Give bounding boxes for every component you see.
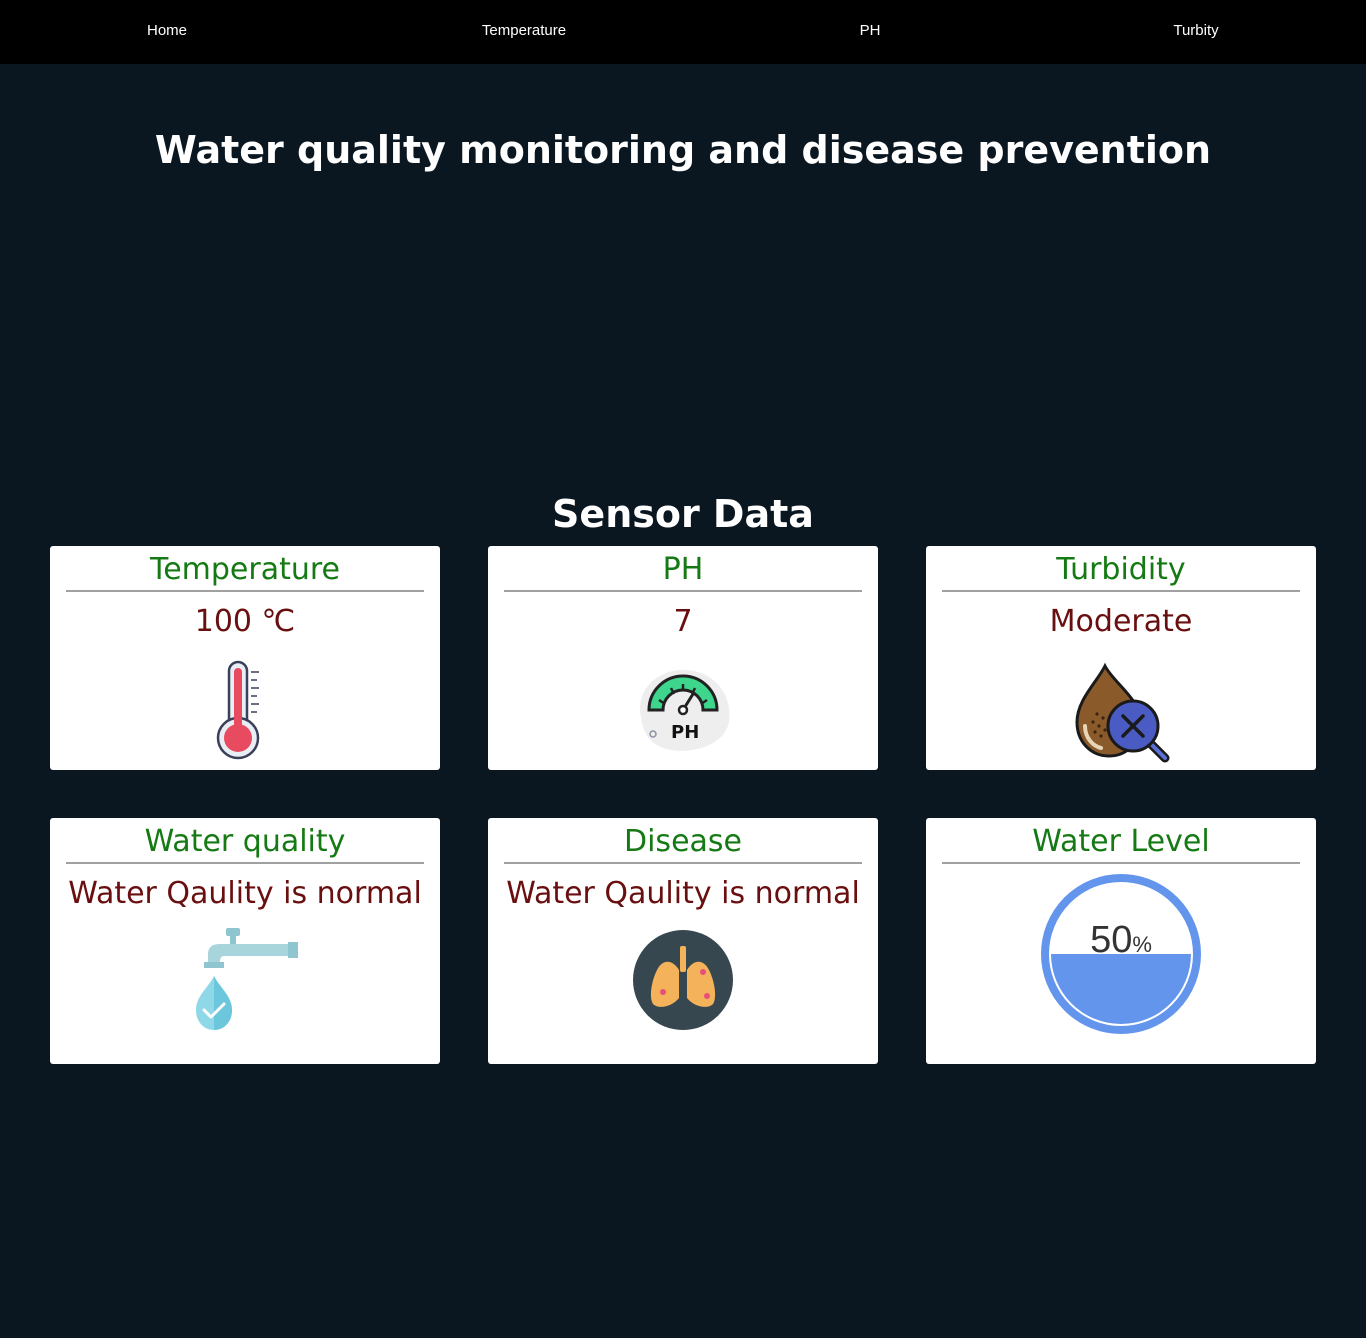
nav-home-link[interactable]: Home: [147, 22, 187, 39]
lungs-icon: [504, 930, 862, 1034]
section-title: Sensor Data: [552, 492, 814, 536]
water-level-card-title: Water Level: [942, 822, 1300, 864]
gauge-fill: [1051, 954, 1191, 1024]
top-nav: Home Temperature PH Turbity: [0, 0, 1366, 64]
temperature-card-title: Temperature: [66, 550, 424, 592]
thermometer-icon: [66, 658, 424, 766]
temperature-value: 100 ℃: [66, 604, 424, 640]
water-quality-card: Water quality Water Qaulity is normal: [50, 818, 440, 1064]
nav-turbity-link[interactable]: Turbity: [1173, 22, 1218, 39]
svg-text:50%: 50%: [1090, 919, 1152, 961]
temperature-card: Temperature 100 ℃: [50, 546, 440, 770]
water-level-gauge: 50%: [942, 872, 1300, 1040]
turbidity-value: Moderate: [1049, 604, 1193, 639]
water-level-number: 50: [1090, 919, 1132, 961]
ph-card: PH 7 PH: [488, 546, 878, 770]
page-title: Water quality monitoring and disease pre…: [154, 128, 1212, 172]
water-level-unit: %: [1132, 932, 1152, 957]
dirty-water-drop-icon: [942, 660, 1300, 768]
turbidity-card-title: Turbidity: [942, 550, 1300, 592]
disease-card: Disease Water Qaulity is normal: [488, 818, 878, 1064]
nav-ph-link[interactable]: PH: [860, 22, 881, 39]
temperature-number: 100: [194, 604, 252, 639]
nav-temperature-link[interactable]: Temperature: [482, 22, 566, 39]
ph-card-title: PH: [504, 550, 862, 592]
ph-value: 7: [673, 604, 693, 639]
turbidity-card: Turbidity Moderate: [926, 546, 1316, 770]
water-quality-value: Water Qaulity is normal: [68, 876, 422, 911]
water-quality-card-title: Water quality: [66, 822, 424, 864]
disease-card-title: Disease: [504, 822, 862, 864]
disease-value: Water Qaulity is normal: [506, 876, 860, 911]
tap-water-drop-icon: [66, 928, 424, 1036]
ph-meter-icon: PH: [504, 662, 862, 758]
temperature-unit: ℃: [261, 605, 296, 638]
svg-text:PH: PH: [671, 722, 699, 743]
water-level-card: Water Level 50%: [926, 818, 1316, 1064]
